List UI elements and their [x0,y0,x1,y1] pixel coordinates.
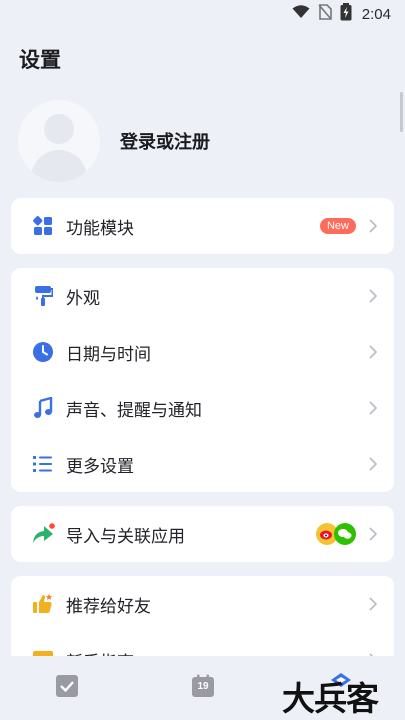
wifi-icon [292,5,310,23]
modules-label: 功能模块 [66,218,134,239]
appearance-row[interactable]: 外观 [11,268,394,324]
clock-icon [31,340,55,364]
profile-login[interactable]: 登录或注册 [18,100,210,182]
guide-label: 新手指南 [66,648,368,657]
more-settings-row[interactable]: 更多设置 [11,436,394,492]
calendar-icon[interactable]: 19 [191,674,215,698]
chevron-right-icon [368,219,378,233]
share-arrow-icon [31,522,55,546]
chevron-right-icon [368,597,378,611]
chevron-right-icon [368,401,378,415]
music-note-icon [31,396,55,420]
no-sim-icon [318,4,332,24]
wechat-icon [334,523,356,545]
guide-row[interactable]: 新手指南 [11,632,394,656]
appearance-label: 外观 [66,288,100,309]
recommend-label: 推荐给好友 [66,596,151,617]
misc-card: 推荐给好友 新手指南 [11,576,394,656]
scrollbar-thumb[interactable] [400,92,403,132]
chevron-right-icon [368,289,378,303]
battery-icon [340,3,352,25]
clock-time: 2:04 [361,5,391,23]
more-settings-label: 更多设置 [66,456,134,477]
import-card: 导入与关联应用 [11,506,394,562]
avatar[interactable] [18,100,100,182]
sound-row[interactable]: 声音、提醒与通知 [11,380,394,436]
linked-apps [316,523,356,545]
datetime-label: 日期与时间 [66,344,151,365]
chevron-right-icon [368,345,378,359]
thumbs-up-icon [31,592,55,616]
login-register-label[interactable]: 登录或注册 [120,128,210,154]
watermark-logo: 大兵客 [282,679,379,718]
tasks-checkbox-icon[interactable] [55,674,79,698]
page-title: 设置 [19,48,61,72]
datetime-row[interactable]: 日期与时间 [11,324,394,380]
guide-book-icon [31,648,55,656]
modules-card: 功能模块 New [11,198,394,254]
sound-label: 声音、提醒与通知 [66,400,202,421]
paint-roller-icon [31,284,55,308]
general-settings-card: 外观 日期与时间 声音、提醒与通知 更多设置 [11,268,394,492]
modules-grid-icon [31,214,55,238]
chevron-right-icon [368,457,378,471]
recommend-row[interactable]: 推荐给好友 [11,576,394,632]
calendar-day: 19 [197,681,209,692]
import-label: 导入与关联应用 [66,526,185,547]
status-bar: 2:04 [0,0,405,28]
modules-row[interactable]: 功能模块 New [11,198,394,254]
chevron-right-icon [368,527,378,541]
new-badge: New [319,218,356,234]
list-icon [31,452,55,476]
import-row[interactable]: 导入与关联应用 [11,506,394,562]
